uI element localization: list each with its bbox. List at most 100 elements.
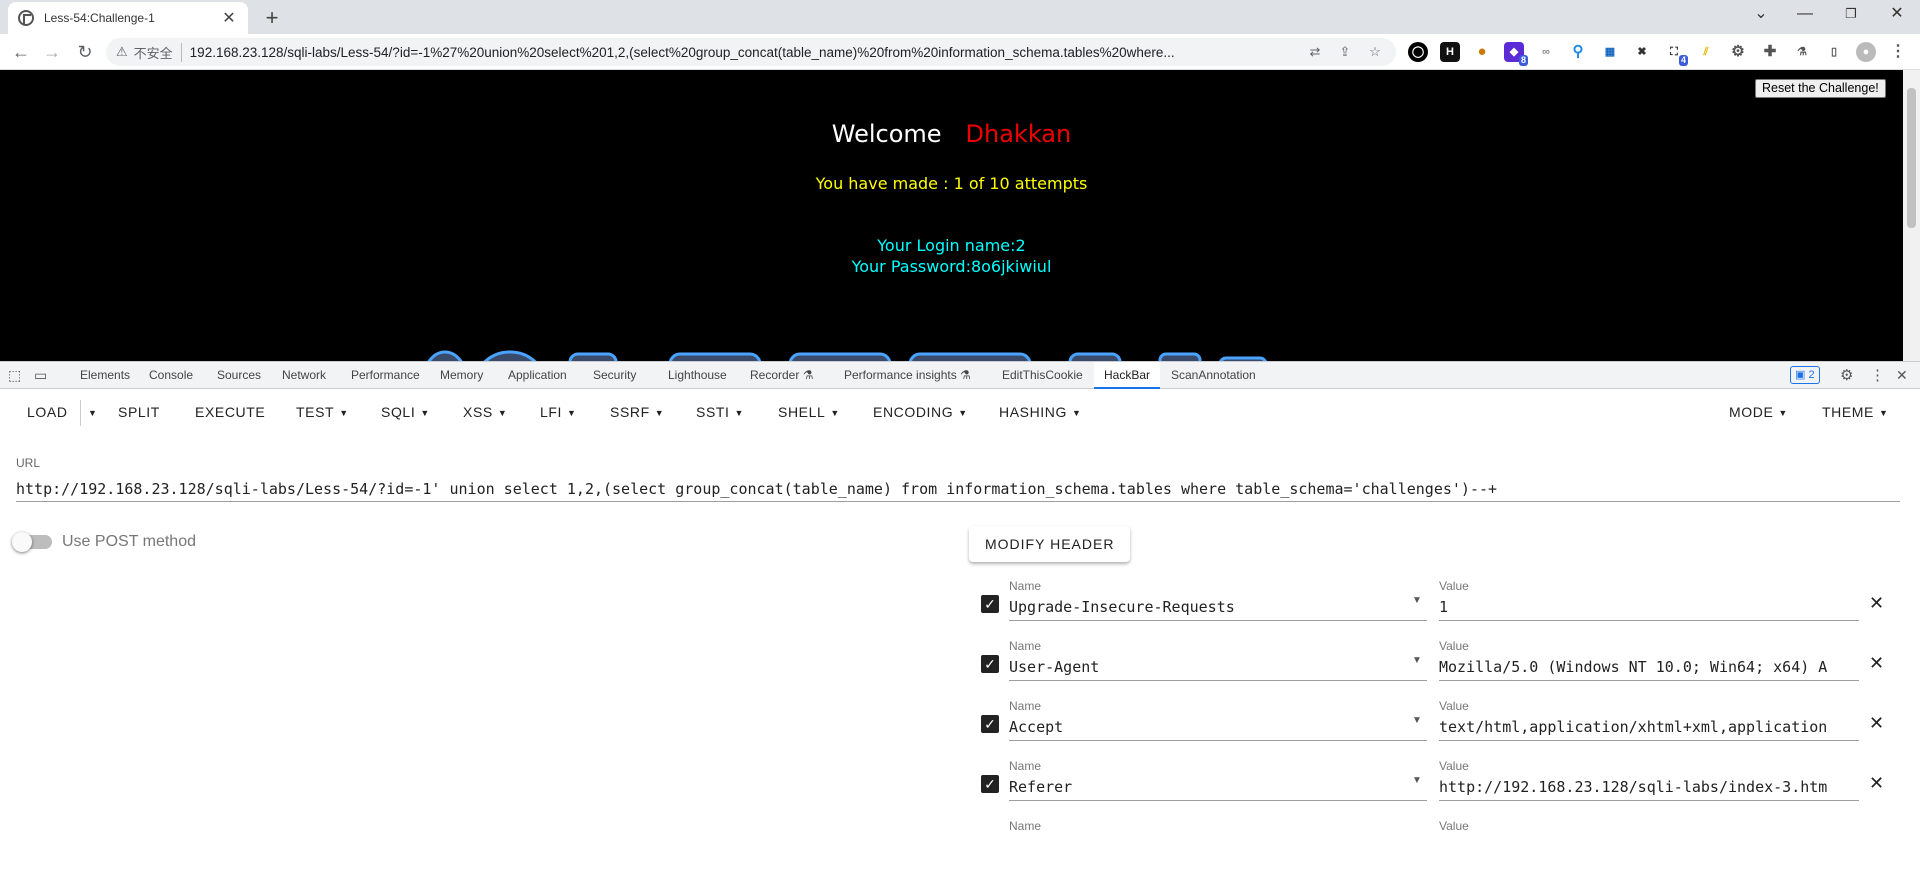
toggle-knob bbox=[12, 532, 32, 552]
encoding-menu[interactable]: ENCODING ▼ bbox=[873, 404, 968, 420]
mode-menu[interactable]: MODE ▼ bbox=[1729, 404, 1788, 420]
forward-button[interactable]: → bbox=[40, 40, 64, 64]
warning-icon[interactable]: ⚠ bbox=[116, 44, 128, 60]
back-button[interactable]: ← bbox=[9, 40, 33, 64]
header-enabled-checkbox[interactable]: ✓ bbox=[981, 595, 999, 613]
side-panel-icon[interactable]: ▯ bbox=[1824, 42, 1844, 62]
tab-search-icon[interactable]: ⌄ bbox=[1738, 0, 1784, 30]
location-pin-icon[interactable]: ⚲ bbox=[1568, 42, 1588, 62]
shell-menu[interactable]: SHELL ▼ bbox=[778, 404, 840, 420]
close-devtools-icon[interactable]: ✕ bbox=[1896, 362, 1908, 389]
header-name-input[interactable]: Accept bbox=[1009, 715, 1427, 741]
devtools-tab-memory[interactable]: Memory bbox=[440, 362, 483, 389]
devtools-tab-performance[interactable]: Performance bbox=[351, 362, 420, 389]
extension-scan-icon[interactable]: ⛶ 4 bbox=[1664, 42, 1688, 66]
chevron-down-icon[interactable]: ▼ bbox=[1412, 775, 1422, 786]
lfi-menu[interactable]: LFI ▼ bbox=[540, 404, 577, 420]
header-value-input[interactable]: http://192.168.23.128/sqli-labs/index-3.… bbox=[1439, 775, 1859, 801]
devtools-tab-network[interactable]: Network bbox=[282, 362, 326, 389]
ssrf-menu[interactable]: SSRF ▼ bbox=[610, 404, 664, 420]
device-toolbar-icon[interactable]: ▭ bbox=[34, 362, 47, 389]
header-row: ✓ Name Accept ▼ Value text/html,applicat… bbox=[969, 693, 1899, 753]
devtools-tab-lighthouse[interactable]: Lighthouse bbox=[668, 362, 727, 389]
url-text[interactable]: 192.168.23.128/sqli-labs/Less-54/?id=-1%… bbox=[190, 45, 1296, 60]
chevron-down-icon[interactable]: ▼ bbox=[1412, 715, 1422, 726]
chevron-down-icon: ▼ bbox=[654, 408, 665, 418]
gear-extension-icon[interactable]: ⚙ bbox=[1728, 42, 1748, 62]
scrollbar-thumb[interactable] bbox=[1907, 88, 1916, 228]
devtools-menu-icon[interactable]: ⋮ bbox=[1870, 362, 1885, 389]
header-enabled-checkbox[interactable]: ✓ bbox=[981, 775, 999, 793]
hashing-menu[interactable]: HASHING ▼ bbox=[999, 404, 1082, 420]
page-scrollbar[interactable] bbox=[1903, 70, 1920, 361]
modify-header-button[interactable]: MODIFY HEADER bbox=[969, 526, 1131, 562]
header-value-input[interactable]: Mozilla/5.0 (Windows NT 10.0; Win64; x64… bbox=[1439, 655, 1859, 681]
minimize-button[interactable]: — bbox=[1782, 0, 1828, 30]
browser-tab[interactable]: Less-54:Challenge-1 ✕ bbox=[8, 2, 248, 34]
close-tab-icon[interactable]: ✕ bbox=[220, 8, 238, 28]
devtools-tab-bar: ⬚ ▭ Elements Console Sources Network Per… bbox=[0, 361, 1920, 389]
devtools-tab-scanannotation[interactable]: ScanAnnotation bbox=[1171, 362, 1256, 389]
cookie-icon[interactable]: ● bbox=[1472, 42, 1492, 62]
restore-button[interactable]: ❐ bbox=[1828, 0, 1874, 30]
extension-chart-icon[interactable]: ▦ bbox=[1600, 42, 1620, 62]
header-name-input[interactable]: Upgrade-Insecure-Requests bbox=[1009, 595, 1427, 621]
header-value-input[interactable]: 1 bbox=[1439, 595, 1859, 621]
extension-cube-icon[interactable]: ◆ 8 bbox=[1504, 42, 1528, 66]
devtools-tab-hackbar[interactable]: HackBar bbox=[1094, 362, 1161, 389]
header-value-input[interactable]: text/html,application/xhtml+xml,applicat… bbox=[1439, 715, 1859, 741]
extension-link-icon[interactable]: ∞ bbox=[1536, 42, 1556, 62]
chevron-down-icon: ▼ bbox=[958, 408, 968, 418]
header-name-input[interactable]: Referer bbox=[1009, 775, 1427, 801]
remove-header-icon[interactable]: ✕ bbox=[1869, 773, 1884, 794]
execute-button[interactable]: EXECUTE bbox=[195, 404, 265, 420]
devtools-tab-console[interactable]: Console bbox=[149, 362, 193, 389]
remove-header-icon[interactable]: ✕ bbox=[1869, 593, 1884, 614]
profile-avatar-icon[interactable]: ● bbox=[1856, 42, 1876, 62]
xss-menu[interactable]: XSS ▼ bbox=[463, 404, 507, 420]
header-name-input[interactable]: User-Agent bbox=[1009, 655, 1427, 681]
new-tab-button[interactable]: + bbox=[258, 4, 286, 32]
post-method-toggle[interactable] bbox=[12, 532, 52, 552]
welcome-text: Welcome bbox=[831, 120, 942, 148]
puzzle-extensions-icon[interactable]: ✚ bbox=[1760, 42, 1780, 62]
devtools-tab-sources[interactable]: Sources bbox=[217, 362, 261, 389]
devtools-tab-recorder[interactable]: Recorder ⚗ bbox=[750, 362, 813, 389]
extension-circle-icon[interactable]: ◯ bbox=[1408, 42, 1428, 62]
remove-header-icon[interactable]: ✕ bbox=[1869, 653, 1884, 674]
menu-kebab-icon[interactable]: ⋮ bbox=[1888, 42, 1908, 62]
devtools-tab-elements[interactable]: Elements bbox=[80, 362, 130, 389]
theme-menu[interactable]: THEME ▼ bbox=[1822, 404, 1889, 420]
sqli-menu[interactable]: SQLI ▼ bbox=[381, 404, 430, 420]
devtools-tab-performance-insights[interactable]: Performance insights ⚗ bbox=[844, 362, 971, 389]
devtools-tab-security[interactable]: Security bbox=[593, 362, 636, 389]
security-label[interactable]: 不安全 bbox=[134, 42, 182, 62]
flask-icon[interactable]: ⚗ bbox=[1792, 42, 1812, 62]
address-bar[interactable]: ⚠ 不安全 192.168.23.128/sqli-labs/Less-54/?… bbox=[106, 38, 1396, 66]
load-dropdown-icon[interactable]: ▼ bbox=[88, 408, 98, 418]
translate-icon[interactable]: ⇄ bbox=[1304, 44, 1326, 60]
extension-x-icon[interactable]: ✖ bbox=[1632, 42, 1652, 62]
share-icon[interactable]: ⇪ bbox=[1334, 44, 1356, 60]
remove-header-icon[interactable]: ✕ bbox=[1869, 713, 1884, 734]
issues-counter[interactable]: ▣ 2 bbox=[1790, 366, 1820, 384]
header-enabled-checkbox[interactable]: ✓ bbox=[981, 655, 999, 673]
extension-stripes-icon[interactable]: ⫽ bbox=[1696, 42, 1716, 62]
window-close-button[interactable]: ✕ bbox=[1874, 0, 1920, 30]
extension-h-icon[interactable]: H bbox=[1440, 42, 1460, 62]
bookmark-star-icon[interactable]: ☆ bbox=[1364, 44, 1386, 60]
reset-challenge-button[interactable]: Reset the Challenge! bbox=[1755, 79, 1886, 98]
header-enabled-checkbox[interactable]: ✓ bbox=[981, 715, 999, 733]
load-button[interactable]: LOAD bbox=[27, 404, 68, 420]
split-button[interactable]: SPLIT bbox=[118, 404, 160, 420]
url-input[interactable] bbox=[16, 476, 1900, 502]
ssti-menu[interactable]: SSTI ▼ bbox=[696, 404, 744, 420]
test-menu[interactable]: TEST ▼ bbox=[296, 404, 349, 420]
devtools-tab-application[interactable]: Application bbox=[508, 362, 567, 389]
settings-gear-icon[interactable]: ⚙ bbox=[1840, 362, 1853, 389]
inspect-element-icon[interactable]: ⬚ bbox=[8, 362, 21, 389]
reload-button[interactable]: ↻ bbox=[73, 40, 97, 64]
chevron-down-icon[interactable]: ▼ bbox=[1412, 595, 1422, 606]
devtools-tab-editthiscookie[interactable]: EditThisCookie bbox=[1002, 362, 1083, 389]
chevron-down-icon[interactable]: ▼ bbox=[1412, 655, 1422, 666]
